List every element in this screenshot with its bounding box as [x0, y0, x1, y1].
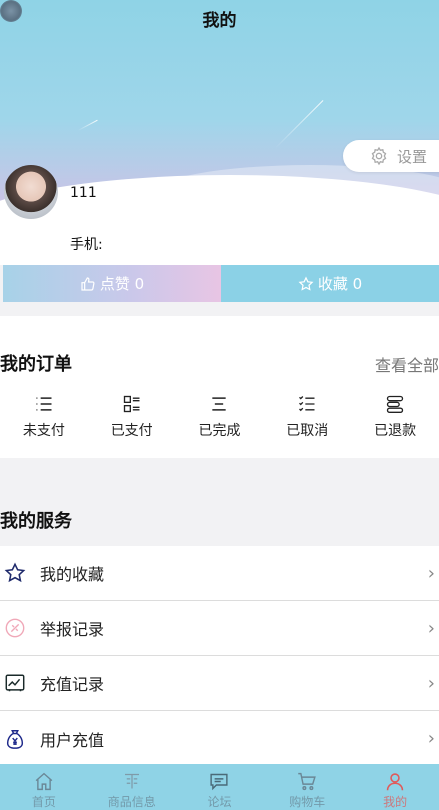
order-status-refunded[interactable]: 已退款: [351, 394, 439, 440]
order-status-label: 已取消: [286, 423, 329, 439]
cart-icon: [298, 772, 317, 791]
order-status-label: 已支付: [110, 423, 153, 439]
likes-label: 点赞 0: [99, 275, 145, 293]
chevron-right-icon: ›: [427, 617, 435, 639]
gear-icon: [371, 146, 387, 166]
chat-icon: [210, 773, 229, 791]
service-label: 充值记录: [40, 675, 105, 694]
order-status-label: 未支付: [22, 423, 65, 439]
services-title: 我的服务: [0, 511, 72, 532]
service-label: 我的收藏: [40, 565, 105, 584]
user-name: 111: [70, 185, 97, 201]
view-all-orders-link[interactable]: 查看全部: [375, 352, 439, 376]
service-item-reports[interactable]: 举报记录 ›: [0, 601, 439, 656]
order-status-label: 已退款: [374, 423, 417, 439]
chevron-right-icon: ›: [427, 672, 435, 694]
tab-goods[interactable]: 商品信息: [88, 764, 176, 810]
settings-label: 设置: [397, 147, 428, 166]
chevron-right-icon: ›: [427, 562, 435, 584]
light-streak: [274, 100, 324, 149]
tab-label: 我的: [383, 795, 408, 809]
page-title: 我的: [202, 11, 237, 31]
tab-label: 首页: [31, 795, 56, 809]
checklist-icon: [299, 396, 315, 412]
tab-cart[interactable]: 购物车: [263, 764, 351, 810]
wave-decoration: [0, 175, 439, 265]
phone-label: 手机:: [70, 237, 103, 253]
tab-label: 论坛: [207, 795, 232, 809]
service-item-favorites[interactable]: 我的收藏 ›: [0, 546, 439, 601]
list-icon: [36, 397, 52, 411]
goods-icon: [124, 773, 139, 789]
service-item-recharge[interactable]: 用户充值 ›: [0, 711, 439, 766]
person-icon: [386, 773, 404, 791]
profile-header-background: [0, 0, 439, 265]
lines-icon: [212, 397, 227, 411]
tab-home[interactable]: 首页: [0, 764, 88, 810]
order-status-cancelled[interactable]: 已取消: [263, 394, 351, 440]
orders-title: 我的订单: [0, 354, 72, 375]
likes-button[interactable]: 点赞 0: [3, 265, 221, 302]
service-label: 举报记录: [40, 620, 105, 639]
services-list: 我的收藏 › 举报记录 › 充值记录 › 用户充值 ›: [0, 546, 439, 766]
order-status-row: 未支付 已支付 已完成 已取消 已退款: [0, 394, 439, 440]
star-icon: [298, 275, 314, 291]
order-status-unpaid[interactable]: 未支付: [0, 394, 88, 440]
favorites-button[interactable]: 收藏 0: [221, 265, 439, 302]
favorites-label: 收藏 0: [317, 275, 363, 293]
service-label: 用户充值: [40, 730, 105, 750]
chart-icon: [4, 672, 26, 694]
orders-card: 我的订单 查看全部 未支付 已支付 已完成 已取消 已退款: [0, 316, 439, 458]
home-icon: [35, 772, 53, 791]
tab-mine[interactable]: 我的: [351, 764, 439, 810]
tab-label: 商品信息: [107, 795, 156, 809]
order-status-paid[interactable]: 已支付: [88, 394, 176, 440]
refund-icon: [386, 395, 404, 413]
avatar[interactable]: [4, 165, 58, 219]
stats-bar: 点赞 0 收藏 0: [3, 265, 439, 302]
money-bag-icon: [4, 728, 26, 750]
star-icon: [4, 562, 26, 584]
tab-label: 购物车: [289, 795, 326, 809]
settings-button[interactable]: 设置: [343, 140, 439, 172]
report-icon: [4, 617, 26, 639]
light-streak: [77, 119, 98, 131]
tab-forum[interactable]: 论坛: [176, 764, 264, 810]
order-status-label: 已完成: [198, 423, 241, 439]
chevron-right-icon: ›: [427, 728, 435, 749]
order-status-completed[interactable]: 已完成: [176, 394, 264, 440]
service-item-recharge-history[interactable]: 充值记录 ›: [0, 656, 439, 711]
bottom-tab-bar: 首页 商品信息 论坛 购物车 我的: [0, 764, 439, 810]
thumbs-up-icon: [81, 276, 95, 291]
grid-list-icon: [123, 395, 140, 413]
